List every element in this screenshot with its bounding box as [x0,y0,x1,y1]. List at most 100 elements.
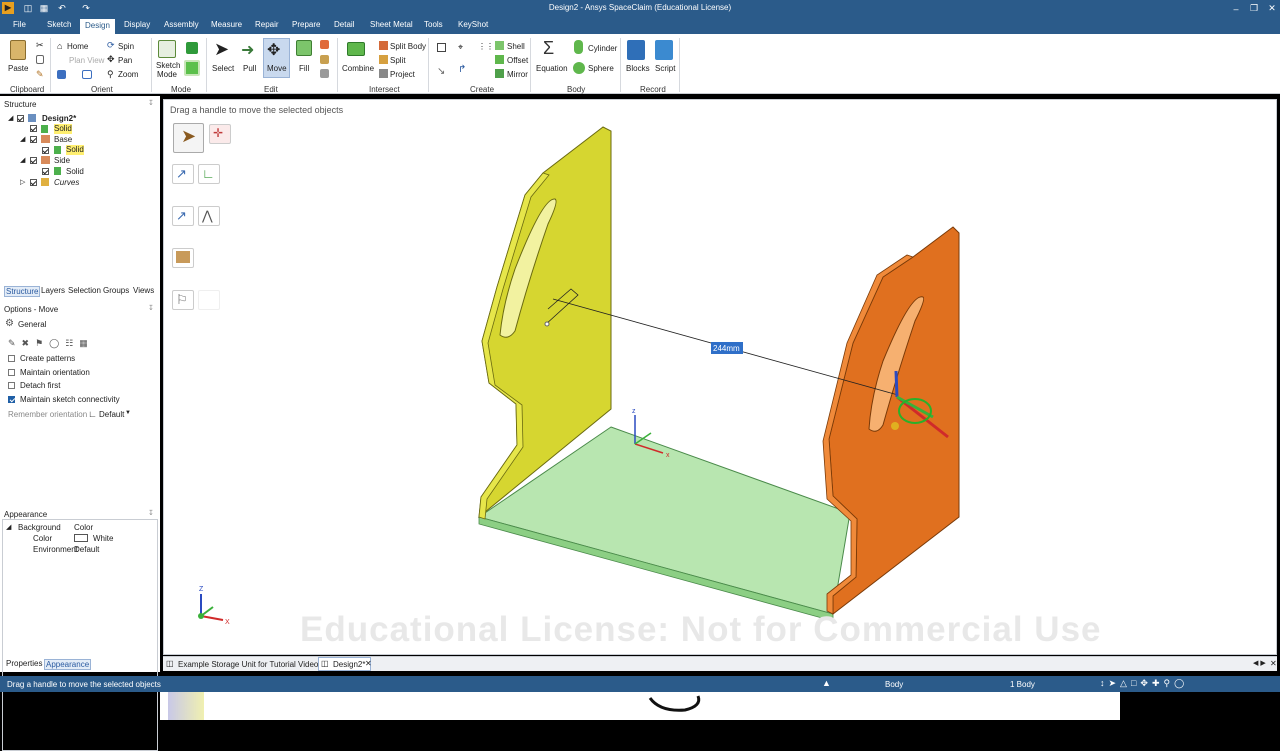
tree-item-solid[interactable]: Solid [54,124,72,134]
visibility-checkbox[interactable] [17,115,24,122]
color-value[interactable]: White [93,534,113,543]
tab-selection[interactable]: Selection [68,286,101,295]
fill-button[interactable]: Fill [299,64,309,73]
blocks-icon[interactable] [627,40,645,60]
selection-filter[interactable]: Body [885,680,903,689]
tab-keyshot[interactable]: KeyShot [458,20,488,33]
paste-button[interactable]: Paste [8,64,28,73]
close-tab-icon[interactable]: ✕ [365,659,372,668]
tab-tools[interactable]: Tools [424,20,443,33]
tab-measure[interactable]: Measure [211,20,242,33]
select-icon[interactable]: ➤ [214,39,229,60]
visibility-checkbox[interactable] [30,136,37,143]
section-mode-icon[interactable] [186,42,198,54]
tab-repair[interactable]: Repair [255,20,279,33]
tab-design[interactable]: Design [80,19,115,34]
equation-button[interactable]: Equation [536,64,568,73]
tab-groups[interactable]: Groups [103,286,129,295]
visibility-checkbox[interactable] [42,168,49,175]
rectangle-icon[interactable] [437,43,446,52]
visibility-checkbox[interactable] [30,157,37,164]
view-cube-icon[interactable] [57,70,66,79]
model-view[interactable]: 244mm z x Z X [163,99,1277,655]
split-icon[interactable] [379,55,388,64]
scroll-left-icon[interactable]: ◀ ▶ [1253,659,1266,667]
cylinder-icon[interactable] [574,40,583,54]
project-button[interactable]: Project [390,70,415,79]
visibility-checkbox[interactable] [30,179,37,186]
sphere-button[interactable]: Sphere [588,64,614,73]
home-button[interactable]: Home [67,42,88,51]
move-icon[interactable]: ✥ [267,40,280,60]
shell-icon[interactable] [495,41,504,50]
collapse-icon[interactable]: ◢ [20,156,25,164]
tree-item-solid[interactable]: Solid [66,167,84,177]
shell-button[interactable]: Shell [507,42,525,51]
environment-value[interactable]: Default [74,545,99,554]
pull-icon[interactable]: ➜ [241,40,254,60]
line-icon[interactable]: ↘ [437,66,445,77]
cut-icon[interactable]: ✂ [36,40,44,51]
orientation-dropdown[interactable]: Default [99,410,124,419]
combine-button[interactable]: Combine [342,64,374,73]
minimize-icon[interactable]: – [1228,2,1244,15]
combine-icon[interactable] [347,42,365,56]
tree-item-solid[interactable]: Solid [66,145,84,155]
status-tool-icons[interactable]: ↕➤△□✥✚⚲◯ [1100,678,1188,689]
point-icon[interactable]: ⌖ [458,42,463,53]
3d-mode-icon[interactable] [184,60,200,76]
spin-icon[interactable]: ⟳ [107,40,115,51]
sphere-icon[interactable] [573,62,585,74]
tab-detail[interactable]: Detail [334,20,354,33]
zoom-button[interactable]: Zoom [118,70,138,79]
pattern-icon[interactable]: ⋮⋮ [478,42,494,51]
pan-icon[interactable]: ✥ [107,54,115,65]
tab-structure[interactable]: Structure [4,286,41,297]
cylinder-button[interactable]: Cylinder [588,44,617,53]
pan-button[interactable]: Pan [118,56,132,65]
close-all-icon[interactable]: ✕ [1270,659,1277,668]
close-icon[interactable]: ✕ [1264,2,1280,15]
pull-button[interactable]: Pull [243,64,256,73]
visibility-checkbox[interactable] [30,125,37,132]
spin-button[interactable]: Spin [118,42,134,51]
right-side-panel[interactable] [828,226,960,616]
paste-icon[interactable] [10,40,26,60]
move-button[interactable]: Move [267,64,287,73]
collapse-icon[interactable]: ◢ [20,135,25,143]
plan-view-button[interactable]: Plan View [69,56,104,65]
split-body-button[interactable]: Split Body [390,42,426,51]
pin-icon[interactable]: ↧ [148,509,154,517]
split-body-icon[interactable] [379,41,388,50]
doc-tab-design2[interactable]: Design2* [333,660,365,669]
collapse-icon[interactable]: ◢ [6,523,11,531]
move-handle-axis-z[interactable] [894,370,899,398]
zoom-icon[interactable]: ⚲ [107,69,114,80]
split-button[interactable]: Split [390,56,406,65]
script-button[interactable]: Script [655,64,675,73]
edit-tool-icon[interactable] [320,55,329,64]
tab-prepare[interactable]: Prepare [292,20,320,33]
project-icon[interactable] [379,69,388,78]
equation-icon[interactable]: Σ [543,38,554,59]
copy-icon[interactable] [36,55,44,64]
option-icons-row[interactable]: ✎✖⚑◯☷▦ [8,338,94,349]
tree-item-side[interactable]: Side [54,156,70,166]
sketch-mode-button[interactable]: Sketch Mode [156,61,180,79]
doc-tab-storage-unit[interactable]: Example Storage Unit for Tutorial Video [178,660,318,669]
script-icon[interactable] [655,40,673,60]
tab-properties[interactable]: Properties [6,659,42,668]
pin-icon[interactable]: ↧ [148,304,154,312]
tree-item-base[interactable]: Base [54,135,72,145]
format-painter-icon[interactable]: ✎ [36,69,44,80]
axis-icon[interactable]: ↱ [458,64,466,75]
color-swatch[interactable] [74,534,88,542]
edit-tool-icon[interactable] [320,69,329,78]
maintain-orientation-checkbox[interactable] [8,369,15,376]
tree-item-curves[interactable]: Curves [54,178,79,188]
tree-item-design[interactable]: Design2* [42,114,76,124]
display-icon[interactable] [82,70,92,79]
collapse-icon[interactable]: ◢ [8,114,13,122]
tab-assembly[interactable]: Assembly [164,20,199,33]
fill-icon[interactable] [296,40,312,56]
